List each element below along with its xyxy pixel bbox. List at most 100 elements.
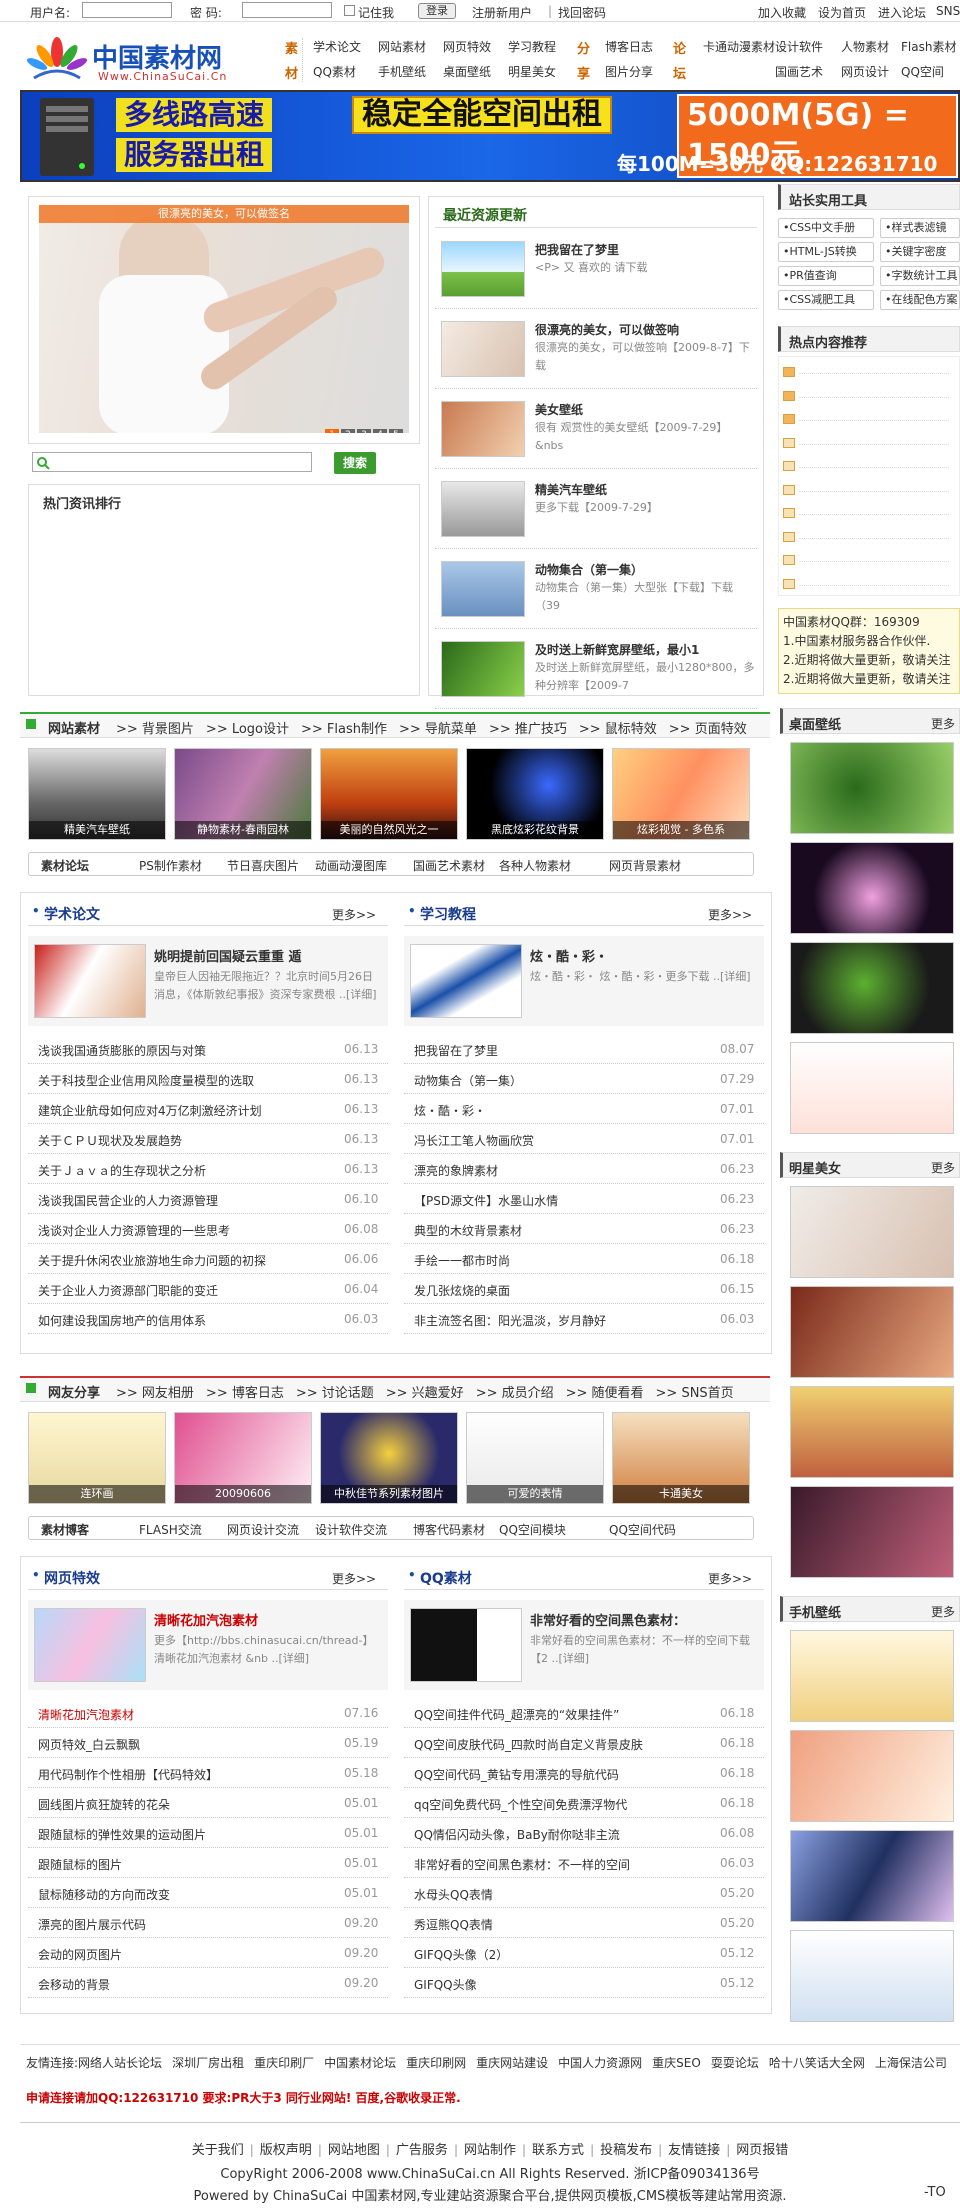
nav-web-design[interactable]: 网页设计 xyxy=(841,63,889,80)
nav-mobile[interactable]: 手机壁纸 xyxy=(378,63,426,80)
footer-link[interactable]: 网页报错 xyxy=(736,2143,788,2158)
list-item-title[interactable]: GIFQQ头像（2） xyxy=(414,1946,704,1963)
list-item-title[interactable]: 【PSD源文件】水墨山水情 xyxy=(414,1192,704,1209)
latest-item-title[interactable]: 及时送上新鲜宽屏壁纸，最小1 xyxy=(535,641,755,658)
side-block-title[interactable]: 桌面壁纸 xyxy=(789,714,841,733)
list-item[interactable]: 关于提升休闲农业旅游地生命力问题的初探 06.06 xyxy=(28,1244,388,1274)
strip-link[interactable]: >> 随便看看 xyxy=(566,1386,644,1401)
section-title[interactable]: 学术论文 xyxy=(44,904,100,924)
slide-image[interactable]: 很漂亮的美女，可以做签名 1 2 3 4 5 xyxy=(39,205,409,433)
latest-item[interactable]: 美女壁纸 很有 观赏性的美女壁纸【2009-7-29】 &nbs xyxy=(435,393,757,469)
list-item[interactable]: 典型的木纹背景素材 06.23 xyxy=(404,1214,764,1244)
list-item[interactable]: 发几张炫烧的桌面 06.15 xyxy=(404,1274,764,1304)
section-title[interactable]: QQ素材 xyxy=(420,1568,472,1588)
friend-link[interactable]: 重庆印刷厂 xyxy=(254,2056,314,2070)
nav-academic[interactable]: 学术论文 xyxy=(313,38,361,55)
list-item-title[interactable]: 发几张炫烧的桌面 xyxy=(414,1282,704,1299)
list-item-title[interactable]: 非主流签名图：阳光温淡，岁月静好 xyxy=(414,1312,704,1329)
list-item-title[interactable]: 圆线图片疯狂旋转的花朵 xyxy=(38,1796,328,1813)
list-item-title[interactable]: 浅谈我国通货膨胀的原因与对策 xyxy=(38,1042,328,1059)
footer-link[interactable]: 联系方式 xyxy=(532,2143,584,2158)
tool-link[interactable]: •CSS中文手册 xyxy=(778,218,874,238)
nav-people[interactable]: 人物素材 xyxy=(841,38,889,55)
latest-item-title[interactable]: 很漂亮的美女，可以做签响 xyxy=(535,321,755,338)
tab-item[interactable]: 博客代码素材 xyxy=(413,1521,485,1538)
tool-link[interactable]: •样式表滤镜 xyxy=(880,218,960,238)
nav-tutorial[interactable]: 学习教程 xyxy=(508,38,556,55)
thumb-card[interactable]: 黑底炫彩花纹背景 xyxy=(466,748,604,840)
login-button[interactable]: 登录 xyxy=(418,3,456,19)
strip-link[interactable]: >> 成员介绍 xyxy=(476,1386,554,1401)
strip-link[interactable]: >> 页面特效 xyxy=(669,722,747,737)
list-item-title[interactable]: 关于科技型企业信用风险度量模型的选取 xyxy=(38,1072,328,1089)
list-item[interactable]: 鼠标随移动的方向而改变 05.01 xyxy=(28,1878,388,1908)
nav-desktop[interactable]: 桌面壁纸 xyxy=(443,63,491,80)
nav-flash[interactable]: Flash素材 xyxy=(901,38,956,55)
strip-link[interactable]: >> 推广技巧 xyxy=(489,722,567,737)
friend-link[interactable]: 哈十八笑话大全网 xyxy=(769,2056,865,2070)
strip-link[interactable]: >> SNS首页 xyxy=(656,1386,734,1401)
feature-title[interactable]: 清晰花加汽泡素材 xyxy=(154,1610,384,1629)
latest-item-title[interactable]: 美女壁纸 xyxy=(535,401,755,418)
nav-blog[interactable]: 博客日志 xyxy=(605,38,653,55)
list-item-title[interactable]: 关于提升休闲农业旅游地生命力问题的初探 xyxy=(38,1252,328,1269)
list-item[interactable]: qq空间免费代码_个性空间免费漂浮物代 06.18 xyxy=(404,1788,764,1818)
list-item-title[interactable]: 用代码制作个性相册【代码特效】 xyxy=(38,1766,328,1783)
list-item-title[interactable]: 清晰花加汽泡素材 xyxy=(38,1706,328,1723)
list-item[interactable]: 关于Ｊａｖａ的生存现状之分析 06.13 xyxy=(28,1154,388,1184)
list-item[interactable]: 会动的网页图片 09.20 xyxy=(28,1938,388,1968)
thumb-card[interactable]: 可爱的表情 xyxy=(466,1412,604,1504)
tab-item[interactable]: QQ空间代码 xyxy=(609,1521,676,1538)
strip-link[interactable]: >> 背景图片 xyxy=(116,722,194,737)
friend-link[interactable]: 重庆印刷网 xyxy=(406,2056,466,2070)
latest-item-title[interactable]: 把我留在了梦里 xyxy=(535,241,755,258)
feature-title[interactable]: 非常好看的空间黑色素材： xyxy=(530,1610,760,1629)
set-home-link[interactable]: 设为首页 xyxy=(818,4,866,21)
list-item[interactable]: 炫・酷・彩・ 07.01 xyxy=(404,1094,764,1124)
thumb-card[interactable]: 中秋佳节系列素材图片 xyxy=(320,1412,458,1504)
list-item[interactable]: 漂亮的图片展示代码 09.20 xyxy=(28,1908,388,1938)
slide-page-5[interactable]: 5 xyxy=(389,429,403,433)
list-item[interactable]: 关于ＣＰＵ现状及发展趋势 06.13 xyxy=(28,1124,388,1154)
list-item[interactable]: 秀逗熊QQ表情 05.20 xyxy=(404,1908,764,1938)
list-item-title[interactable]: 关于Ｊａｖａ的生存现状之分析 xyxy=(38,1162,328,1179)
list-item-title[interactable]: 冯长江工笔人物画欣赏 xyxy=(414,1132,704,1149)
friend-link[interactable]: 深圳厂房出租 xyxy=(172,2056,244,2070)
side-wallpaper-thumb[interactable] xyxy=(790,1930,954,2022)
tab-item[interactable]: FLASH交流 xyxy=(139,1521,202,1538)
tab-item[interactable]: 网页设计交流 xyxy=(227,1521,299,1538)
side-wallpaper-thumb[interactable] xyxy=(790,1730,954,1822)
side-more-link[interactable]: 更多 xyxy=(931,715,955,732)
latest-item[interactable]: 精美汽车壁纸 更多下载【2009-7-29】 xyxy=(435,473,757,549)
side-block-title[interactable]: 手机壁纸 xyxy=(789,1602,841,1621)
list-item[interactable]: GIFQQ头像（2） 05.12 xyxy=(404,1938,764,1968)
list-item-title[interactable]: 如何建设我国房地产的信用体系 xyxy=(38,1312,328,1329)
list-item[interactable]: 浅谈我国民营企业的人力资源管理 06.10 xyxy=(28,1184,388,1214)
side-wallpaper-thumb[interactable] xyxy=(790,1286,954,1378)
footer-link[interactable]: 投稿发布 xyxy=(600,2143,652,2158)
list-item-title[interactable]: QQ空间皮肤代码_四款时尚自定义背景皮肤 xyxy=(414,1736,704,1753)
latest-item-thumb[interactable] xyxy=(441,641,525,697)
password-input[interactable] xyxy=(242,2,332,18)
list-item-title[interactable]: 典型的木纹背景素材 xyxy=(414,1222,704,1239)
side-block-title[interactable]: 明星美女 xyxy=(789,1158,841,1177)
tab-item[interactable]: PS制作素材 xyxy=(139,857,202,874)
side-wallpaper-thumb[interactable] xyxy=(790,1486,954,1578)
list-item-title[interactable]: 手绘一一都市时尚 xyxy=(414,1252,704,1269)
tab-item[interactable]: 素材博客 xyxy=(41,1521,89,1538)
latest-item-thumb[interactable] xyxy=(441,241,525,297)
thumb-card[interactable]: 连环画 xyxy=(28,1412,166,1504)
nav-web-effects[interactable]: 网页特效 xyxy=(443,38,491,55)
latest-item-title[interactable]: 动物集合（第一集） xyxy=(535,561,755,578)
friend-link[interactable]: 上海保洁公司 xyxy=(875,2056,947,2070)
list-item-title[interactable]: 炫・酷・彩・ xyxy=(414,1102,704,1119)
feature-title[interactable]: 炫・酷・彩・ xyxy=(530,946,760,965)
footer-link[interactable]: 友情链接 xyxy=(668,2143,720,2158)
friend-link[interactable]: 中国人力资源网 xyxy=(558,2056,642,2070)
latest-item-thumb[interactable] xyxy=(441,481,525,537)
tab-item[interactable]: 国画艺术素材 xyxy=(413,857,485,874)
footer-link[interactable]: 网站地图 xyxy=(328,2143,380,2158)
list-item-title[interactable]: 浅谈对企业人力资源管理的一些思考 xyxy=(38,1222,328,1239)
list-item[interactable]: QQ空间挂件代码_超漂亮的“效果挂件” 06.18 xyxy=(404,1698,764,1728)
strip-link[interactable]: >> 博客日志 xyxy=(206,1386,284,1401)
